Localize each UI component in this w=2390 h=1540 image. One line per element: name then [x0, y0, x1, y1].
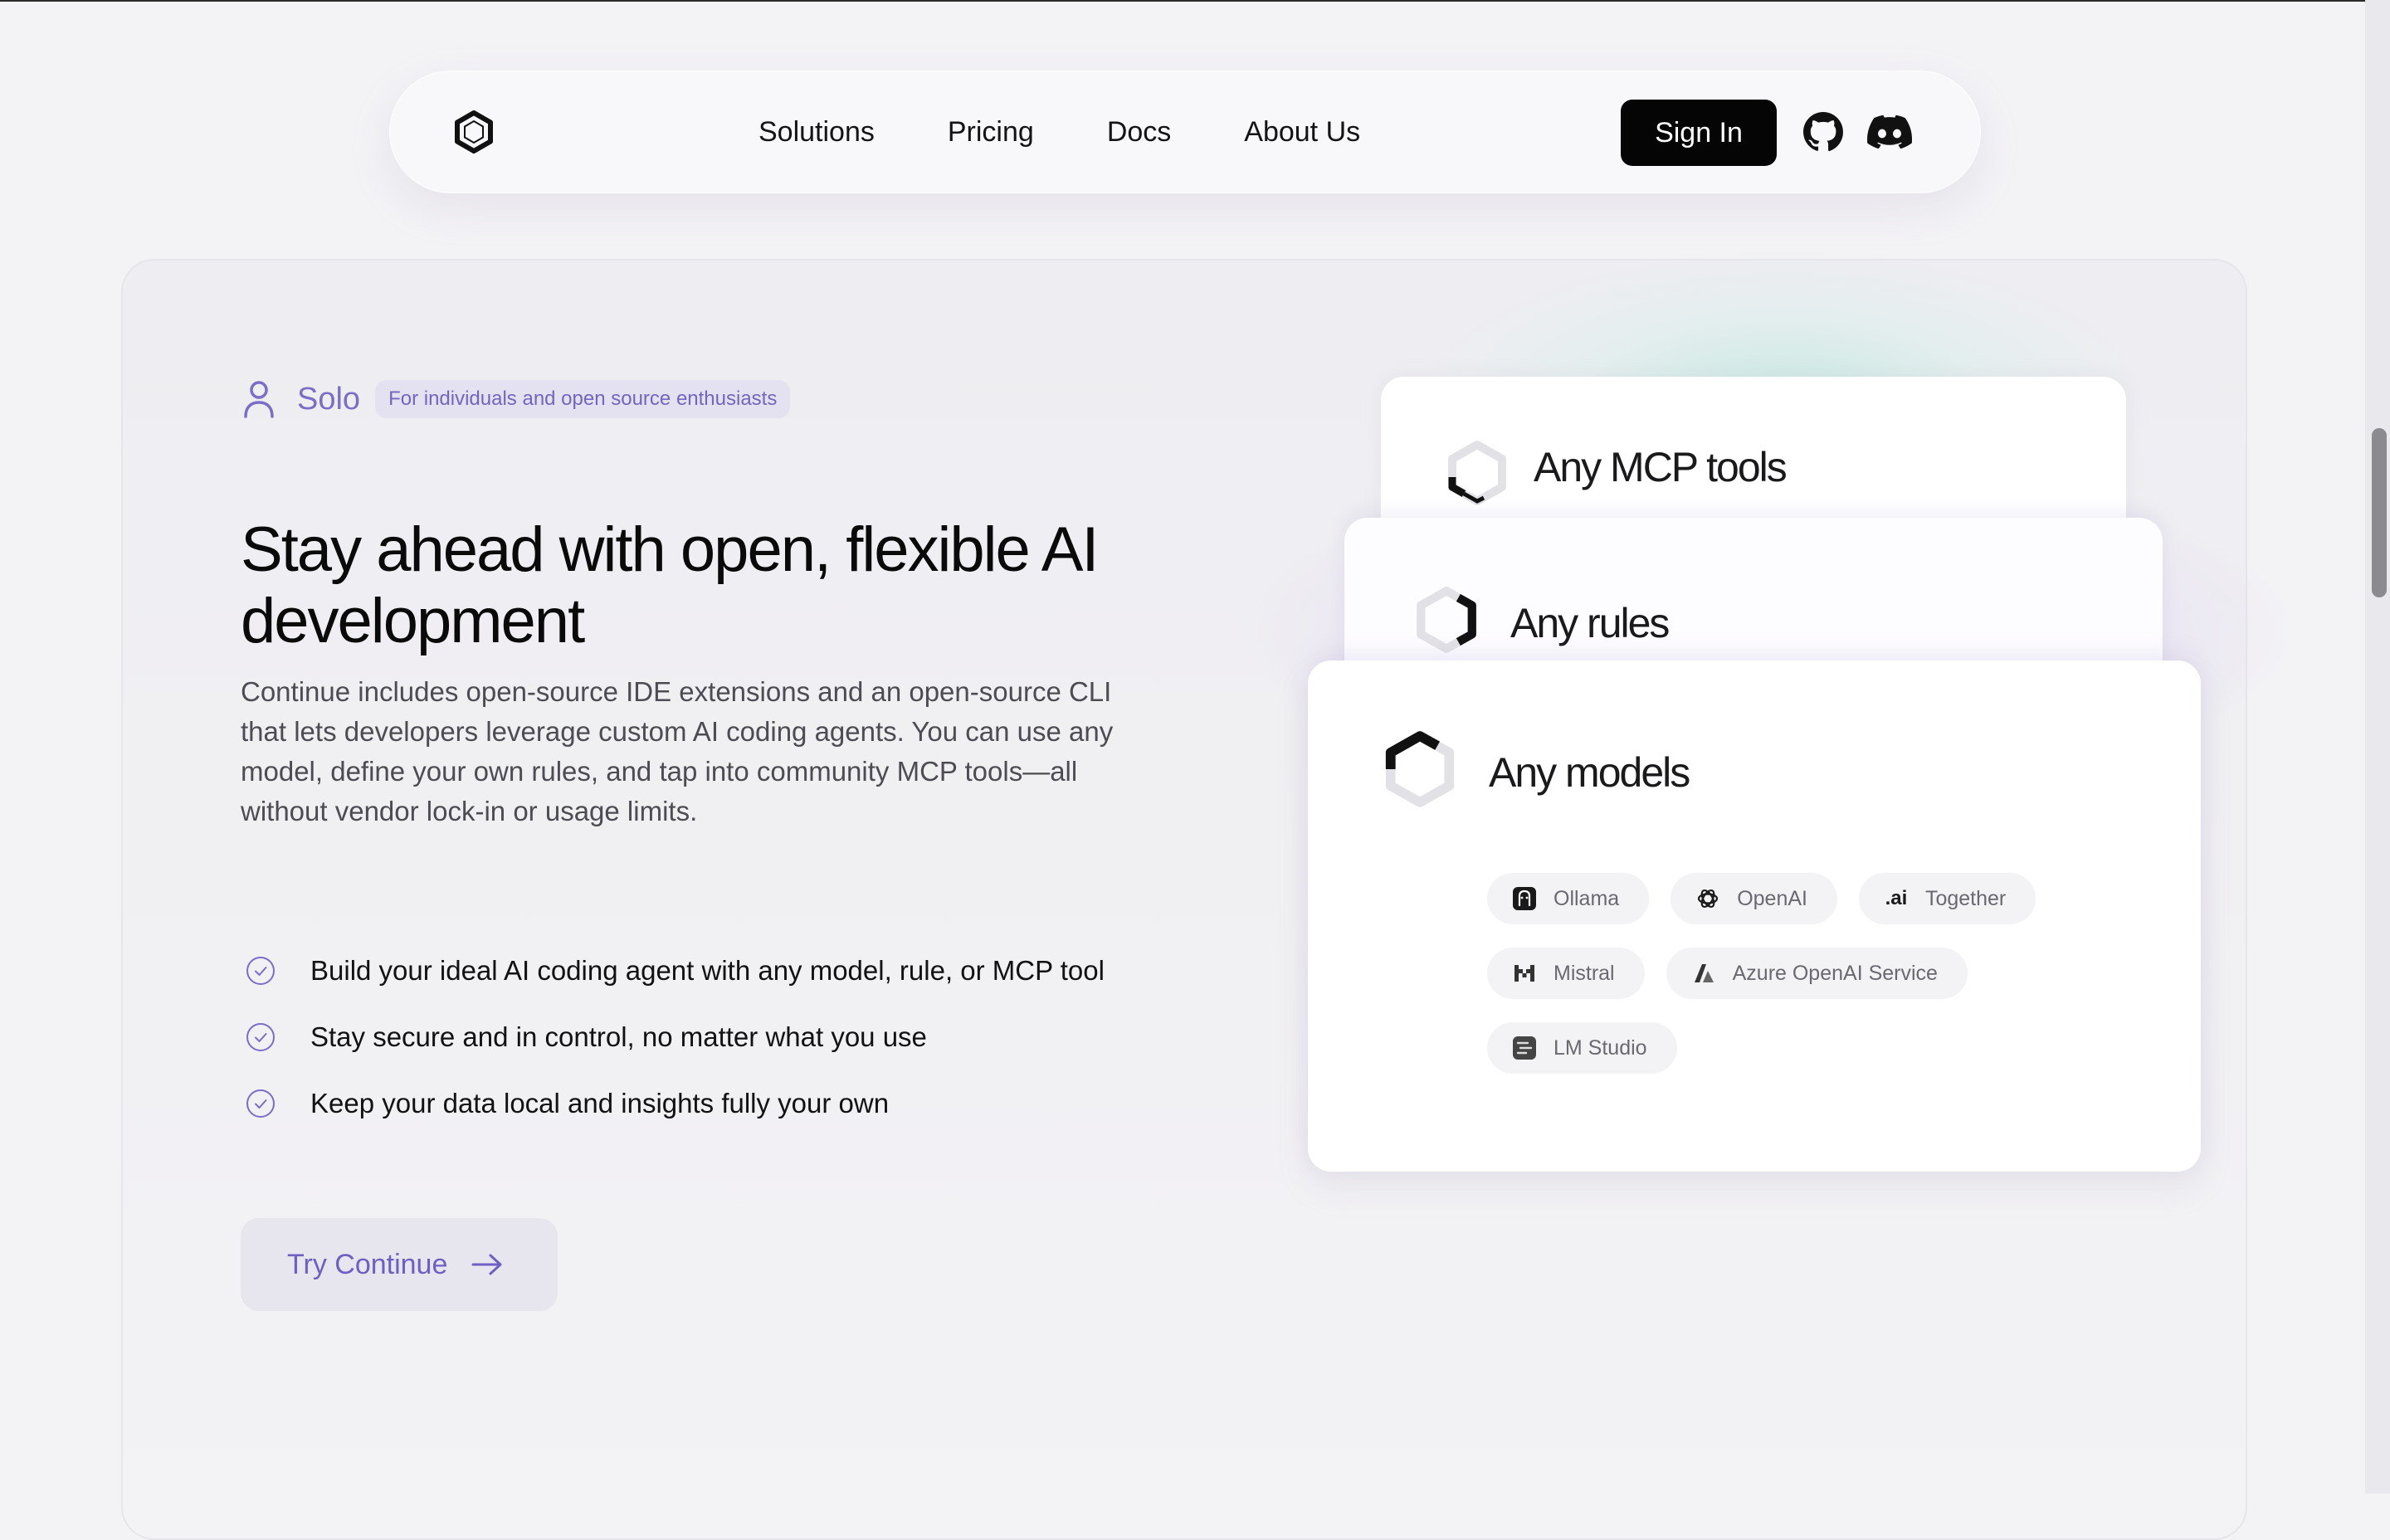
models-card: Any models Ollama OpenAI .ai Together Mi…	[1308, 660, 2201, 1172]
try-continue-button[interactable]: Try Continue	[241, 1218, 558, 1311]
top-navbar: Solutions Pricing Docs About Us Sign In	[390, 71, 1980, 192]
ollama-icon	[1512, 886, 1537, 911]
provider-chip-together: .ai Together	[1858, 873, 2036, 924]
scrollbar-thumb[interactable]	[2372, 428, 2387, 597]
mcp-tools-title: Any MCP tools	[1534, 444, 1788, 490]
window-top-border	[0, 0, 2365, 2]
arrow-right-icon	[471, 1254, 502, 1275]
feature-text: Stay secure and in control, no matter wh…	[310, 1021, 927, 1052]
provider-chip-azure: Azure OpenAI Service	[1666, 948, 1968, 999]
provider-chip-ollama: Ollama	[1487, 873, 1650, 924]
hero-description: Continue includes open-source IDE extens…	[241, 676, 1114, 826]
feature-text: Keep your data local and insights fully …	[310, 1088, 890, 1118]
lmstudio-icon	[1512, 1036, 1537, 1060]
mcp-hexagon-icon	[1448, 441, 1506, 505]
azure-icon	[1691, 961, 1716, 986]
feature-list: Build your ideal AI coding agent with an…	[246, 938, 1105, 1137]
together-icon: .ai	[1885, 887, 1908, 909]
rules-title: Any rules	[1510, 600, 1670, 646]
provider-chip-openai: OpenAI	[1671, 873, 1837, 924]
check-circle-icon	[246, 1023, 275, 1051]
check-circle-icon	[246, 957, 275, 985]
tier-label: Solo	[297, 381, 361, 417]
sign-in-button[interactable]: Sign In	[1621, 100, 1777, 166]
provider-chip-lmstudio: LM Studio	[1487, 1022, 1677, 1074]
nav-link-about-us[interactable]: About Us	[1244, 108, 1360, 156]
nav-link-pricing[interactable]: Pricing	[948, 108, 1034, 156]
nav-link-solutions[interactable]: Solutions	[758, 108, 875, 156]
models-hexagon-icon	[1385, 731, 1455, 807]
tier-description-pill: For individuals and open source enthusia…	[375, 380, 791, 418]
nav-links: Solutions Pricing Docs About Us	[758, 108, 1433, 156]
feature-item: Build your ideal AI coding agent with an…	[246, 938, 1105, 1004]
discord-icon[interactable]	[1867, 115, 1912, 149]
feature-item: Stay secure and in control, no matter wh…	[246, 1004, 1105, 1070]
feature-text: Build your ideal AI coding agent with an…	[310, 955, 1105, 986]
github-icon[interactable]	[1802, 111, 1844, 153]
nav-link-docs[interactable]: Docs	[1107, 108, 1171, 156]
continue-logo-icon[interactable]	[451, 110, 496, 154]
mistral-icon	[1512, 961, 1537, 986]
model-providers: Ollama OpenAI .ai Together Mistral Azure…	[1487, 873, 2085, 1097]
provider-chip-mistral: Mistral	[1487, 948, 1645, 999]
tier-row: Solo For individuals and open source ent…	[242, 377, 791, 422]
openai-icon	[1695, 886, 1720, 911]
try-continue-label: Try Continue	[287, 1248, 448, 1280]
feature-item: Keep your data local and insights fully …	[246, 1070, 1105, 1137]
check-circle-icon	[246, 1089, 275, 1118]
hero-headline: Stay ahead with open, flexible AI develo…	[241, 514, 1100, 656]
models-title: Any models	[1489, 749, 1690, 796]
person-icon	[244, 381, 274, 418]
scrollbar-track[interactable]	[2365, 0, 2390, 1494]
rules-hexagon-icon	[1417, 587, 1476, 653]
